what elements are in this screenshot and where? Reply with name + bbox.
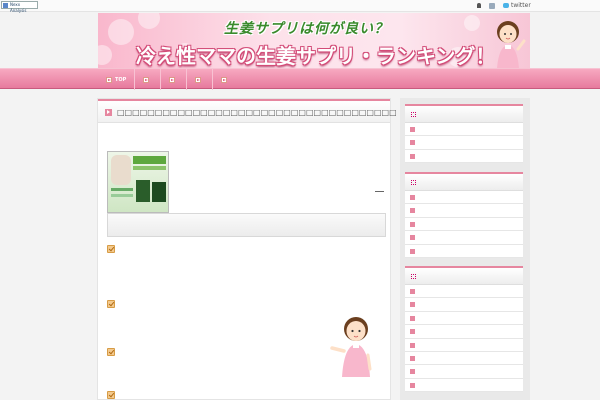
bullet-icon — [410, 342, 415, 348]
analysis-icon — [3, 3, 8, 8]
header-banner[interactable]: 生姜サプリは何が良い？ 冷え性ママの生姜サプリ・ランキング！ — [98, 13, 530, 68]
widget-header — [405, 268, 523, 285]
sidebar-link[interactable] — [405, 245, 523, 258]
analysis-label: Nexx Analysis — [10, 2, 27, 13]
nav-item-top[interactable]: TOP — [98, 69, 136, 90]
bullet-icon — [410, 329, 415, 335]
rss-icon[interactable] — [489, 3, 495, 9]
sidebar-link[interactable] — [405, 339, 523, 352]
sidebar-link[interactable] — [405, 218, 523, 232]
sidebar — [400, 98, 530, 400]
divider — [375, 191, 384, 192]
widget-header — [405, 174, 523, 191]
check-icon — [107, 245, 115, 253]
sidebar-link[interactable] — [405, 298, 523, 312]
post-title[interactable]: □□□□□□□□□□□□□□□□□□□□□□□□□□□□□□□□□□□□□ — [117, 108, 397, 117]
banner-subtitle: 生姜サプリは何が良い？ — [224, 21, 389, 37]
bullet-icon — [410, 248, 415, 254]
girl-illustration — [497, 21, 526, 68]
twitter-label: twitter — [511, 2, 531, 9]
post-header: □□□□□□□□□□□□□□□□□□□□□□□□□□□□□□□□□□□□□ — [98, 99, 397, 123]
check-icon — [107, 348, 115, 356]
bullet-icon — [410, 195, 415, 200]
bullet-icon — [410, 289, 415, 294]
bullet-icon — [410, 153, 415, 159]
sidebar-widget — [405, 104, 523, 164]
sidebar-link[interactable] — [405, 150, 523, 164]
sidebar-link[interactable] — [405, 136, 523, 150]
nav-item-2[interactable] — [135, 69, 162, 90]
bullet-icon — [410, 382, 415, 388]
nav-item-label: TOP — [115, 76, 127, 83]
nurse-illustration — [330, 317, 372, 377]
twitter-icon — [503, 3, 509, 8]
analysis-badge[interactable]: Nexx Analysis — [1, 1, 38, 13]
bullet-icon — [410, 140, 415, 146]
check-icon — [107, 300, 115, 308]
sidebar-link[interactable] — [405, 231, 523, 245]
top-bar: Nexx Analysis twitter — [0, 0, 600, 13]
sidebar-link[interactable] — [405, 191, 523, 205]
grid-icon — [411, 180, 416, 185]
sidebar-link[interactable] — [405, 285, 523, 299]
sidebar-link[interactable] — [405, 352, 523, 366]
user-icon[interactable] — [477, 3, 481, 8]
bullet-icon — [410, 127, 415, 132]
check-icon — [107, 391, 115, 399]
bullet-icon — [410, 302, 415, 308]
bullet-icon — [410, 315, 415, 321]
sidebar-link[interactable] — [405, 204, 523, 218]
sidebar-link[interactable] — [405, 312, 523, 326]
arrow-right-icon — [221, 76, 228, 83]
twitter-link[interactable]: twitter — [503, 2, 531, 9]
banner-title: 冷え性ママの生姜サプリ・ランキング！ — [136, 44, 496, 68]
bullet-icon — [410, 221, 415, 227]
sidebar-link[interactable] — [405, 365, 523, 379]
nav-item-5[interactable] — [213, 69, 238, 90]
arrow-right-icon — [106, 76, 112, 83]
nav-item-3[interactable] — [161, 69, 188, 90]
arrow-right-icon — [105, 109, 112, 116]
nav-item-4[interactable] — [187, 69, 214, 90]
sidebar-widget — [405, 266, 523, 393]
grid-icon — [411, 112, 416, 117]
sidebar-link[interactable] — [405, 379, 523, 393]
bullet-icon — [410, 369, 415, 375]
info-box — [107, 213, 386, 237]
grid-icon — [411, 274, 416, 279]
bullet-icon — [410, 208, 415, 214]
arrow-right-icon — [169, 76, 176, 83]
bullet-icon — [410, 235, 415, 241]
product-thumbnail[interactable] — [107, 151, 169, 213]
arrow-right-icon — [143, 76, 150, 83]
sidebar-link[interactable] — [405, 123, 523, 137]
main-nav: TOP — [0, 68, 600, 90]
widget-header — [405, 106, 523, 123]
sidebar-link[interactable] — [405, 325, 523, 339]
main-content: □□□□□□□□□□□□□□□□□□□□□□□□□□□□□□□□□□□□□ — [97, 98, 397, 400]
arrow-right-icon — [195, 76, 202, 83]
sidebar-widget — [405, 172, 523, 258]
bullet-icon — [410, 355, 415, 361]
